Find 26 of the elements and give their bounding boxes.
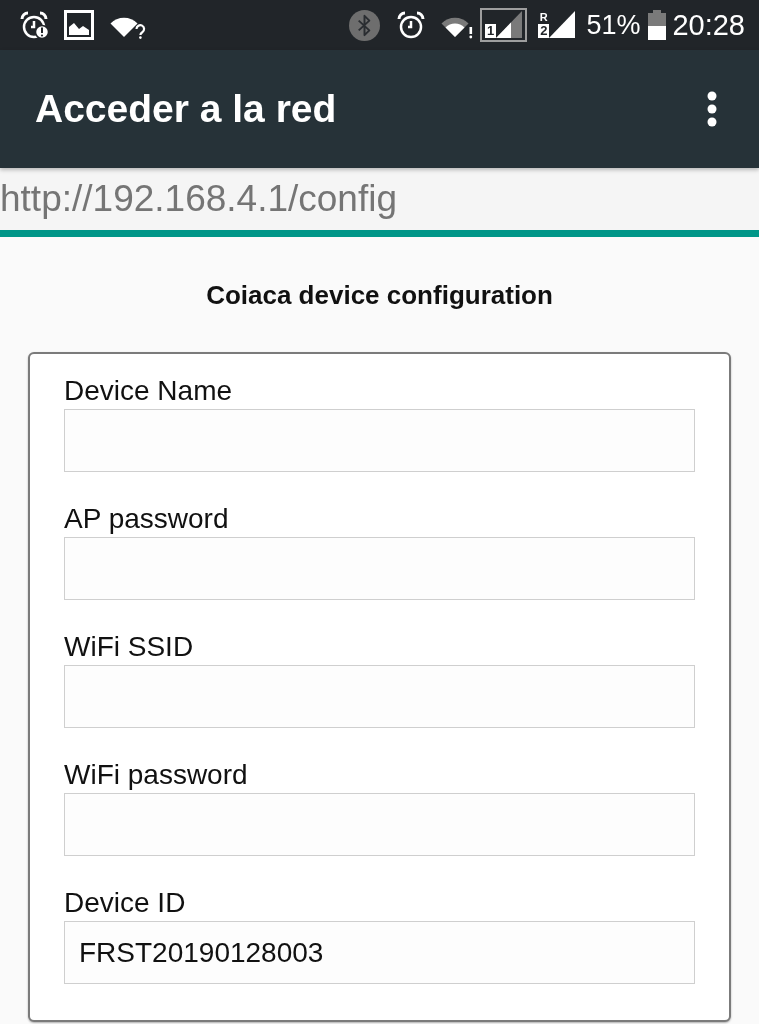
battery-percentage: 51% (586, 10, 641, 40)
cell-signal-icon (496, 11, 523, 38)
field-label: Device ID (64, 886, 187, 920)
text-input[interactable] (64, 537, 695, 600)
sim-number-label: 1 (484, 24, 497, 38)
field-label: Device Name (64, 374, 234, 408)
field-label: WiFi SSID (64, 630, 195, 664)
text-input[interactable] (64, 793, 695, 856)
roaming-label: R (539, 12, 548, 23)
text-input[interactable] (64, 665, 695, 728)
form-title: Coiaca device configuration (205, 279, 554, 311)
clock-time: 20:28 (672, 9, 745, 41)
text-input[interactable]: FRST20190128003 (64, 921, 695, 984)
bluetooth-icon (348, 9, 380, 41)
more-vertical-icon (707, 91, 717, 127)
battery-icon (648, 10, 667, 40)
field-label: WiFi password (64, 758, 249, 792)
text-input[interactable] (64, 409, 695, 472)
field-label: AP password (64, 502, 230, 536)
image-icon (64, 10, 94, 40)
app-bar-title: Acceder a la red (35, 86, 337, 132)
alarm-warning-icon (20, 11, 49, 39)
cell-signal-icon (549, 11, 576, 38)
alarm-clock-icon (396, 11, 425, 39)
url-text: http://192.168.4.1/config (0, 178, 398, 220)
sim-number-label: 2 (538, 24, 550, 38)
